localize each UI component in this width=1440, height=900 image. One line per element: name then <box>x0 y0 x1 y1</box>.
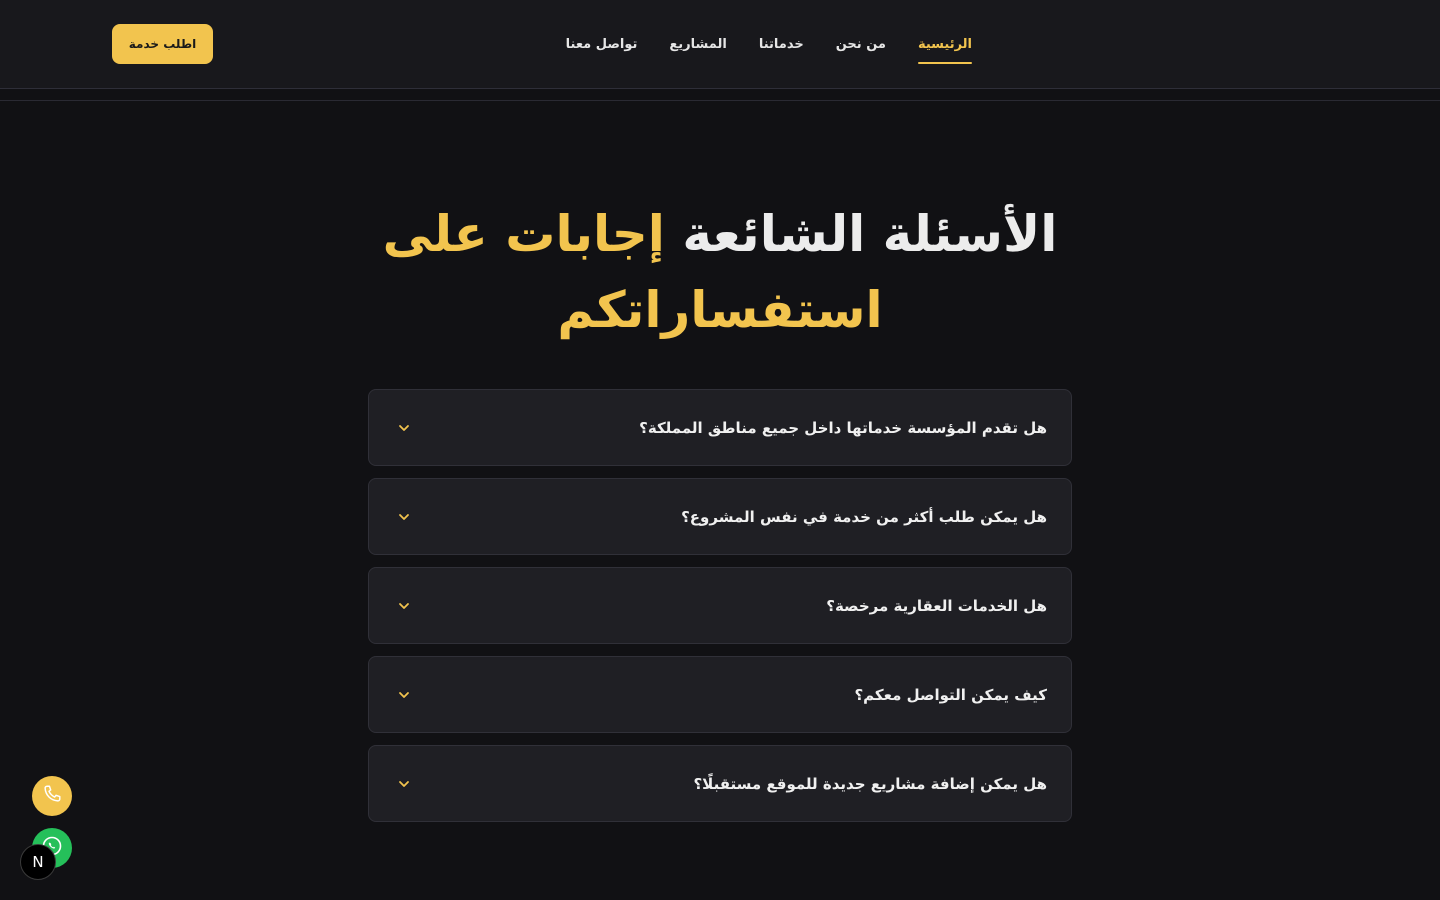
faq-item[interactable]: هل يمكن طلب أكثر من خدمة في نفس المشروع؟ <box>368 478 1072 555</box>
nav-item-contact[interactable]: تواصل معنا <box>566 31 638 58</box>
faq-list: هل تقدم المؤسسة خدماتها داخل جميع مناطق … <box>368 389 1072 822</box>
next-dev-badge[interactable]: N <box>20 844 56 880</box>
faq-question: هل يمكن إضافة مشاريع جديدة للموقع مستقبل… <box>693 774 1047 793</box>
faq-question: هل تقدم المؤسسة خدماتها داخل جميع مناطق … <box>639 418 1047 437</box>
nav-item-home[interactable]: الرئيسية <box>917 31 973 64</box>
header-divider <box>0 100 1440 101</box>
chevron-down-icon <box>395 419 413 437</box>
chevron-down-icon <box>395 597 413 615</box>
request-service-button[interactable]: اطلب خدمة <box>112 24 213 64</box>
faq-item[interactable]: هل يمكن إضافة مشاريع جديدة للموقع مستقبل… <box>368 745 1072 822</box>
faq-question: كيف يمكن التواصل معكم؟ <box>854 685 1047 704</box>
chevron-down-icon <box>395 686 413 704</box>
phone-icon <box>41 783 63 809</box>
page-title-white: الأسئلة الشائعة <box>682 205 1058 263</box>
page-title: الأسئلة الشائعة إجابات على استفساراتكم <box>320 196 1120 348</box>
chevron-down-icon <box>395 508 413 526</box>
faq-question: هل يمكن طلب أكثر من خدمة في نفس المشروع؟ <box>681 507 1047 526</box>
faq-item[interactable]: كيف يمكن التواصل معكم؟ <box>368 656 1072 733</box>
main-nav: الرئيسية من نحن خدماتنا المشاريع تواصل م… <box>566 0 973 89</box>
nav-item-about[interactable]: من نحن <box>836 31 886 58</box>
phone-call-button[interactable] <box>32 776 72 816</box>
nav-item-services[interactable]: خدماتنا <box>759 31 804 58</box>
faq-question: هل الخدمات العقارية مرخصة؟ <box>826 596 1047 615</box>
faq-item[interactable]: هل الخدمات العقارية مرخصة؟ <box>368 567 1072 644</box>
nav-item-projects[interactable]: المشاريع <box>669 31 726 58</box>
chevron-down-icon <box>395 775 413 793</box>
site-header: الرئيسية من نحن خدماتنا المشاريع تواصل م… <box>0 0 1440 89</box>
faq-item[interactable]: هل تقدم المؤسسة خدماتها داخل جميع مناطق … <box>368 389 1072 466</box>
